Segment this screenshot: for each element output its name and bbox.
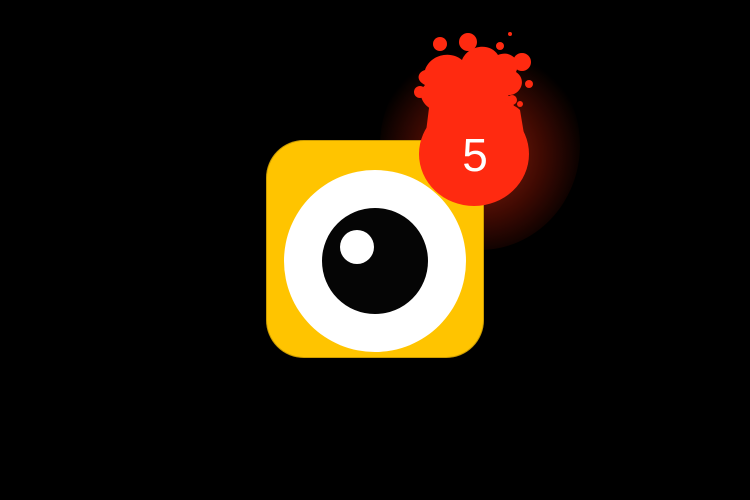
splat-droplet (525, 80, 533, 88)
splat-droplet (507, 95, 517, 105)
app-icon-stage: 5 (0, 0, 750, 500)
splat-droplet (517, 101, 523, 107)
splat-droplet (433, 37, 447, 51)
splat-droplet (508, 32, 512, 36)
notification-count-badge: 5 (462, 129, 488, 181)
splat-droplet (496, 42, 504, 50)
splat-droplet (513, 53, 531, 71)
splat-droplet (414, 86, 426, 98)
splat-droplet (459, 33, 477, 51)
notification-splat-icon (414, 32, 533, 206)
